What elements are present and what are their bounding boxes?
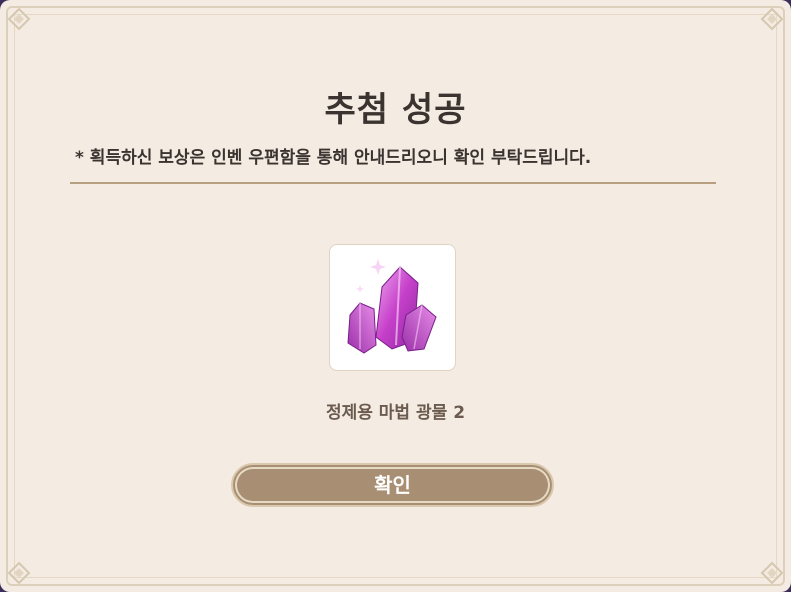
reward-dialog: 추첨 성공 * 획득하신 보상은 인벤 우편함을 통해 안내드리오니 확인 부탁…: [0, 0, 791, 592]
reward-notice: * 획득하신 보상은 인벤 우편함을 통해 안내드리오니 확인 부탁드립니다.: [75, 148, 592, 168]
confirm-button[interactable]: 확인: [231, 463, 554, 507]
divider: [70, 182, 716, 184]
reward-item-name: 정제용 마법 광물 2: [325, 403, 466, 423]
corner-ornament-icon: [760, 561, 784, 585]
dialog-title: 추첨 성공: [324, 90, 467, 130]
corner-ornament-icon: [7, 7, 31, 31]
corner-ornament-icon: [7, 561, 31, 585]
corner-ornament-icon: [760, 7, 784, 31]
magic-crystal-icon: [347, 259, 437, 354]
reward-item-slot: [329, 244, 456, 371]
